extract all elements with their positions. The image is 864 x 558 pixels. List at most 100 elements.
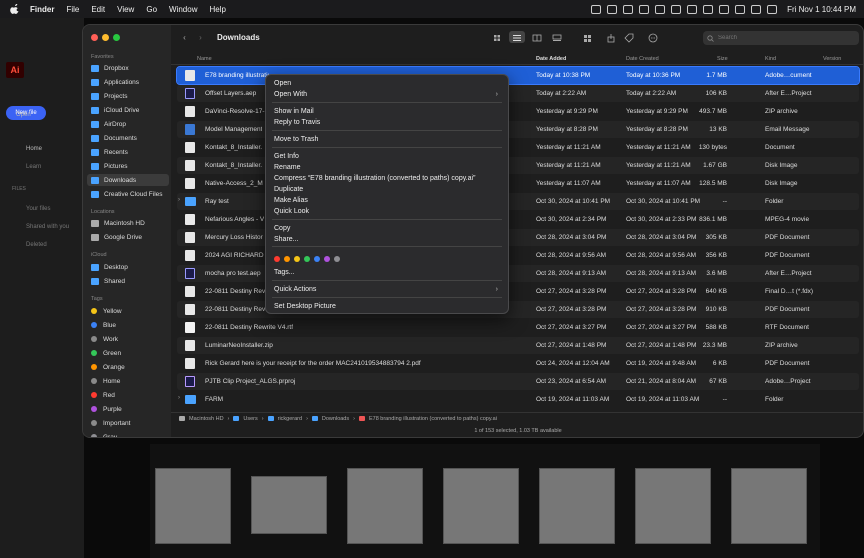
file-row[interactable]: › FARM Oct 19, 2024 at 11:03 AM Oct 19, 202… (177, 391, 859, 408)
tag-color-dot[interactable] (334, 256, 340, 262)
context-menu-item[interactable]: Quick Look (272, 206, 502, 217)
context-menu-item[interactable]: Share... (272, 234, 502, 245)
context-menu-item[interactable]: Open With › (272, 89, 502, 100)
file-row[interactable]: PJTB Clip Project_ALGS.prproj Oct 23, 202… (177, 373, 859, 390)
context-menu-item[interactable]: Copy (272, 223, 502, 234)
menu-help[interactable]: Help (209, 5, 225, 14)
path-segment-downloads[interactable]: Downloads (322, 416, 349, 422)
sidebar-tag-item[interactable]: Important (87, 417, 169, 429)
status-icon-1[interactable] (591, 4, 602, 14)
status-icon-7[interactable] (687, 4, 698, 14)
sidebar-item-downloads[interactable]: Downloads (87, 174, 169, 186)
group-button[interactable] (581, 31, 597, 43)
file-row[interactable]: LuminarNeoInstaller.zip Oct 27, 2024 at 1… (177, 337, 859, 354)
sidebar-item-applications[interactable]: Applications (87, 76, 169, 88)
path-segment-file[interactable]: E78 branding illustration (converted to … (369, 416, 497, 422)
forward-button[interactable]: › (195, 32, 206, 42)
context-menu-item[interactable]: Open (272, 78, 502, 89)
column-view-button[interactable] (529, 31, 545, 43)
tag-color-dot[interactable] (314, 256, 320, 262)
context-menu-item[interactable]: Rename (272, 162, 502, 173)
column-version[interactable]: Version (823, 56, 841, 62)
tag-color-dot[interactable] (284, 256, 290, 262)
menu-edit[interactable]: Edit (91, 5, 105, 14)
path-segment-user[interactable]: rickgerard (278, 416, 302, 422)
battery-icon[interactable] (719, 4, 730, 14)
context-menu-item[interactable]: Move to Trash (272, 134, 502, 145)
search-input[interactable] (718, 35, 848, 41)
sidebar-item-documents[interactable]: Documents (87, 132, 169, 144)
learn-link[interactable]: Learn (26, 164, 41, 170)
action-button[interactable] (645, 31, 661, 43)
your-files-link[interactable]: Your files (26, 206, 50, 212)
path-segment-drive[interactable]: Macintosh HD (189, 416, 224, 422)
minimize-window-button[interactable] (102, 34, 109, 41)
sidebar-tag-item[interactable]: Purple (87, 403, 169, 415)
status-icon-6[interactable] (671, 4, 682, 14)
file-row[interactable]: 22-0811 Destiny Rewrite V4.rtf Oct 27, 20… (177, 319, 859, 336)
shared-link[interactable]: Shared with you (26, 224, 69, 230)
sidebar-tag-item[interactable]: Work (87, 333, 169, 345)
back-button[interactable]: ‹ (179, 32, 190, 42)
sidebar-tag-item[interactable]: Orange (87, 361, 169, 373)
zoom-window-button[interactable] (113, 34, 120, 41)
column-kind[interactable]: Kind (765, 56, 776, 62)
status-icon-2[interactable] (607, 4, 618, 14)
column-name[interactable]: Name (197, 56, 212, 62)
deleted-link[interactable]: Deleted (26, 242, 47, 248)
context-menu-item[interactable]: Set Desktop Picture (272, 301, 502, 312)
column-size[interactable]: Size (717, 56, 728, 62)
tag-color-dot[interactable] (294, 256, 300, 262)
sidebar-item-pictures[interactable]: Pictures (87, 160, 169, 172)
context-menu-item[interactable]: Compress “E78 branding illustration (con… (272, 173, 502, 184)
sidebar-item-recents[interactable]: Recents (87, 146, 169, 158)
tag-color-dot[interactable] (274, 256, 280, 262)
column-date-created[interactable]: Date Created (626, 56, 659, 62)
sidebar-item-google-drive[interactable]: Google Drive (87, 231, 169, 243)
tag-color-dot[interactable] (304, 256, 310, 262)
menu-file[interactable]: File (66, 5, 79, 14)
control-center-icon[interactable] (767, 4, 778, 14)
disclosure-chevron-icon[interactable]: › (178, 197, 180, 203)
status-icon-5[interactable] (655, 4, 666, 14)
menu-window[interactable]: Window (169, 5, 197, 14)
search-field[interactable] (703, 31, 859, 45)
menu-go[interactable]: Go (146, 5, 157, 14)
apple-icon[interactable] (10, 4, 20, 14)
context-menu-item[interactable]: Make Alias (272, 195, 502, 206)
sidebar-item-icloud-drive[interactable]: iCloud Drive (87, 104, 169, 116)
status-icon-4[interactable] (639, 4, 650, 14)
wifi-icon[interactable] (735, 4, 746, 14)
close-window-button[interactable] (91, 34, 98, 41)
clock[interactable]: Fri Nov 1 10:44 PM (787, 5, 856, 14)
status-icon-8[interactable] (703, 4, 714, 14)
sidebar-item-creative-cloud-files[interactable]: Creative Cloud Files (87, 188, 169, 200)
icon-view-button[interactable] (489, 31, 505, 43)
context-menu-item[interactable]: Quick Actions › (272, 284, 502, 295)
column-date-added[interactable]: Date Added (536, 56, 566, 62)
share-button[interactable] (603, 31, 619, 43)
sidebar-item-projects[interactable]: Projects (87, 90, 169, 102)
menu-finder[interactable]: Finder (30, 5, 54, 14)
context-menu-item[interactable]: Get Info (272, 151, 502, 162)
sidebar-tag-item[interactable]: Gray (87, 431, 169, 437)
context-menu-item[interactable]: Reply to Travis (272, 117, 502, 128)
sidebar-item-shared[interactable]: Shared (87, 275, 169, 287)
open-link[interactable]: Open (16, 112, 31, 118)
sidebar-tag-item[interactable]: Green (87, 347, 169, 359)
home-link[interactable]: Home (26, 146, 42, 152)
gallery-view-button[interactable] (549, 31, 565, 43)
sidebar-item-dropbox[interactable]: Dropbox (87, 62, 169, 74)
path-segment-users[interactable]: Users (243, 416, 257, 422)
sidebar-tag-item[interactable]: Red (87, 389, 169, 401)
menu-view[interactable]: View (117, 5, 134, 14)
sidebar-tag-item[interactable]: Home (87, 375, 169, 387)
sidebar-tag-item[interactable]: Blue (87, 319, 169, 331)
sidebar-item-airdrop[interactable]: AirDrop (87, 118, 169, 130)
sidebar-item-macintosh-hd[interactable]: Macintosh HD (87, 217, 169, 229)
disclosure-chevron-icon[interactable]: › (178, 395, 180, 401)
sidebar-item-desktop[interactable]: Desktop (87, 261, 169, 273)
status-icon-3[interactable] (623, 4, 634, 14)
context-menu-item[interactable]: Tags... (272, 267, 502, 278)
tag-color-dot[interactable] (324, 256, 330, 262)
